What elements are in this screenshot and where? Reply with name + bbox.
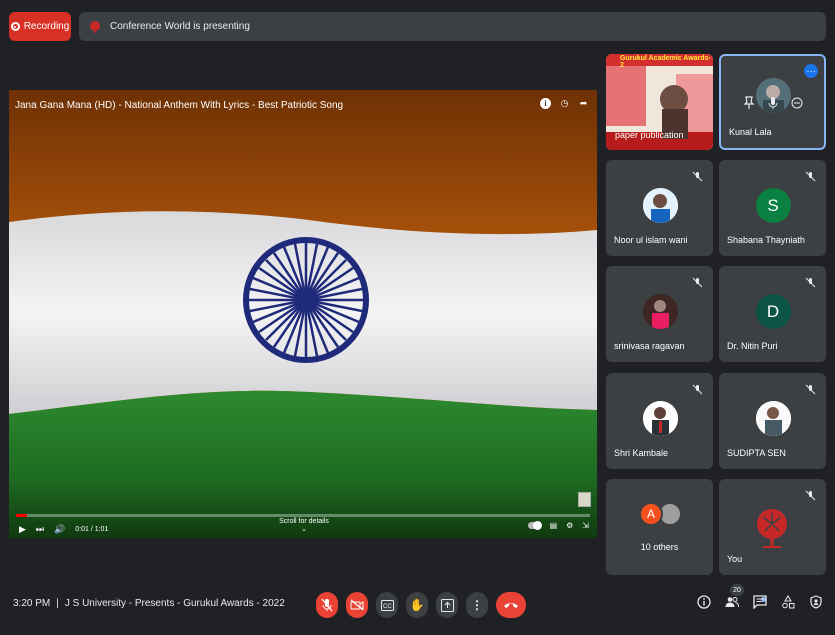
chevron-down-icon: ⌄: [301, 526, 307, 533]
share-icon[interactable]: ➦: [578, 98, 589, 109]
captions-icon: CC: [380, 599, 394, 611]
channel-watermark: [578, 492, 591, 507]
avatar: [642, 188, 678, 223]
video-right-controls: ▤ ⚙ ⇲: [527, 521, 589, 530]
call-controls: CC ✋ ⋮: [316, 592, 526, 618]
more-vert-icon: ⋮: [471, 598, 483, 612]
participant-name: Noor ul islam wani: [614, 235, 688, 245]
participant-name: You: [727, 554, 743, 564]
avatar: A: [639, 502, 663, 526]
avatar: [755, 401, 791, 436]
participant-name: Shri Kambale: [614, 448, 669, 458]
video-progress-bar[interactable]: [16, 514, 590, 517]
next-icon[interactable]: ⏭: [36, 524, 44, 535]
self-tile[interactable]: You: [719, 479, 826, 575]
camera-toggle-button[interactable]: [346, 592, 368, 618]
shared-video[interactable]: Jana Gana Mana (HD) - National Anthem Wi…: [9, 90, 597, 538]
settings-icon[interactable]: ⚙: [566, 521, 573, 530]
participant-tile[interactable]: srinivasa ragavan: [606, 266, 713, 362]
avatar: S: [755, 188, 791, 223]
present-screen-icon: [440, 598, 454, 612]
video-title: Jana Gana Mana (HD) - National Anthem Wi…: [15, 100, 344, 111]
participant-tile[interactable]: D Dr. Nitin Puri: [719, 266, 826, 362]
mic-off-icon: [805, 384, 816, 395]
watch-later-icon[interactable]: ◷: [559, 98, 570, 109]
person-photo-icon: [755, 401, 791, 436]
present-button[interactable]: [436, 592, 458, 618]
camera-off-icon: [350, 599, 364, 611]
side-panel-controls: [697, 595, 823, 609]
participant-tile[interactable]: Noor ul islam wani: [606, 160, 713, 256]
participant-tile-kunal-lala[interactable]: ⋯ Kunal Lala: [719, 54, 826, 150]
mic-off-icon: [805, 171, 816, 182]
captions-icon[interactable]: ▤: [550, 521, 558, 530]
avatar: [642, 294, 678, 329]
info-icon[interactable]: i: [540, 98, 551, 109]
chat-icon[interactable]: [753, 595, 767, 609]
exit-fullscreen-icon[interactable]: ⇲: [582, 521, 589, 530]
microphone-icon[interactable]: [768, 96, 778, 110]
presentation-banner-text: Gurukul Academic Awards-2: [620, 55, 711, 69]
participant-tile[interactable]: Shri Kambale: [606, 373, 713, 469]
tree-logo-icon: [90, 20, 100, 33]
meeting-info: 3:20 PM | J S University - Presents - Guru…: [13, 598, 285, 609]
activities-icon[interactable]: [781, 595, 795, 609]
mic-off-icon: [692, 171, 703, 182]
recording-label: Recording: [23, 21, 70, 32]
captions-button[interactable]: CC: [376, 592, 398, 618]
meeting-details-icon[interactable]: [697, 595, 711, 609]
tree-logo-icon: [757, 509, 787, 548]
people-icon[interactable]: [725, 595, 739, 609]
leave-call-button[interactable]: [496, 592, 526, 618]
mic-off-icon: [805, 277, 816, 288]
participant-name: Kunal Lala: [729, 127, 772, 137]
avatar: [642, 401, 678, 436]
raise-hand-button[interactable]: ✋: [406, 592, 428, 618]
avatar: D: [755, 294, 791, 329]
participant-name: Shabana Thayniath: [727, 235, 805, 245]
volume-icon[interactable]: 🔊: [54, 524, 65, 535]
mic-off-icon: [805, 490, 816, 501]
play-icon[interactable]: ▶: [19, 524, 26, 535]
participant-name: SUDIPTA SEN: [727, 448, 786, 458]
video-progress-fill: [16, 514, 28, 517]
presentation-tile-name: paper publication: [615, 130, 684, 140]
participant-tile[interactable]: SUDIPTA SEN: [719, 373, 826, 469]
mic-toggle-button[interactable]: [316, 592, 338, 618]
remove-icon[interactable]: [791, 97, 803, 109]
meet-window: Recording Conference World is presenting: [0, 0, 835, 635]
scroll-hint[interactable]: Scroll for details ⌄: [279, 518, 329, 533]
svg-text:CC: CC: [383, 604, 392, 610]
others-count-label: 10 others: [640, 542, 679, 552]
presenting-banner: Conference World is presenting: [79, 12, 826, 41]
participant-name: Dr. Nitin Puri: [727, 341, 778, 351]
person-photo-icon: [642, 188, 678, 223]
presentation-tile[interactable]: Gurukul Academic Awards-2 paper publicat…: [606, 54, 713, 150]
record-icon: [10, 22, 20, 31]
hang-up-icon: [504, 603, 518, 608]
others-tile[interactable]: A 10 others: [606, 479, 713, 575]
more-options-icon[interactable]: ⋯: [804, 64, 818, 78]
indian-flag-image: [9, 90, 597, 538]
person-photo-icon: [642, 294, 678, 329]
video-time: 0:01 / 1:01: [75, 525, 109, 533]
participant-name: srinivasa ragavan: [614, 341, 685, 351]
more-options-button[interactable]: ⋮: [466, 592, 488, 618]
mic-off-icon: [692, 277, 703, 288]
scroll-hint-label: Scroll for details: [279, 518, 329, 525]
autoplay-toggle[interactable]: [527, 521, 542, 530]
presenting-text: Conference World is presenting: [110, 21, 250, 32]
recording-button[interactable]: Recording: [9, 12, 71, 41]
mic-off-icon: [692, 384, 703, 395]
person-photo-icon: [642, 401, 678, 436]
hand-icon: ✋: [409, 598, 425, 612]
meeting-title: J S University - Presents - Gurukul Awar…: [64, 598, 285, 609]
pin-icon[interactable]: [743, 96, 755, 110]
host-controls-icon[interactable]: [809, 595, 823, 609]
mic-off-icon: [321, 598, 333, 612]
video-top-icons: i ◷ ➦: [540, 98, 589, 109]
participant-tile[interactable]: S Shabana Thayniath: [719, 160, 826, 256]
current-time: 3:20 PM: [13, 598, 51, 609]
